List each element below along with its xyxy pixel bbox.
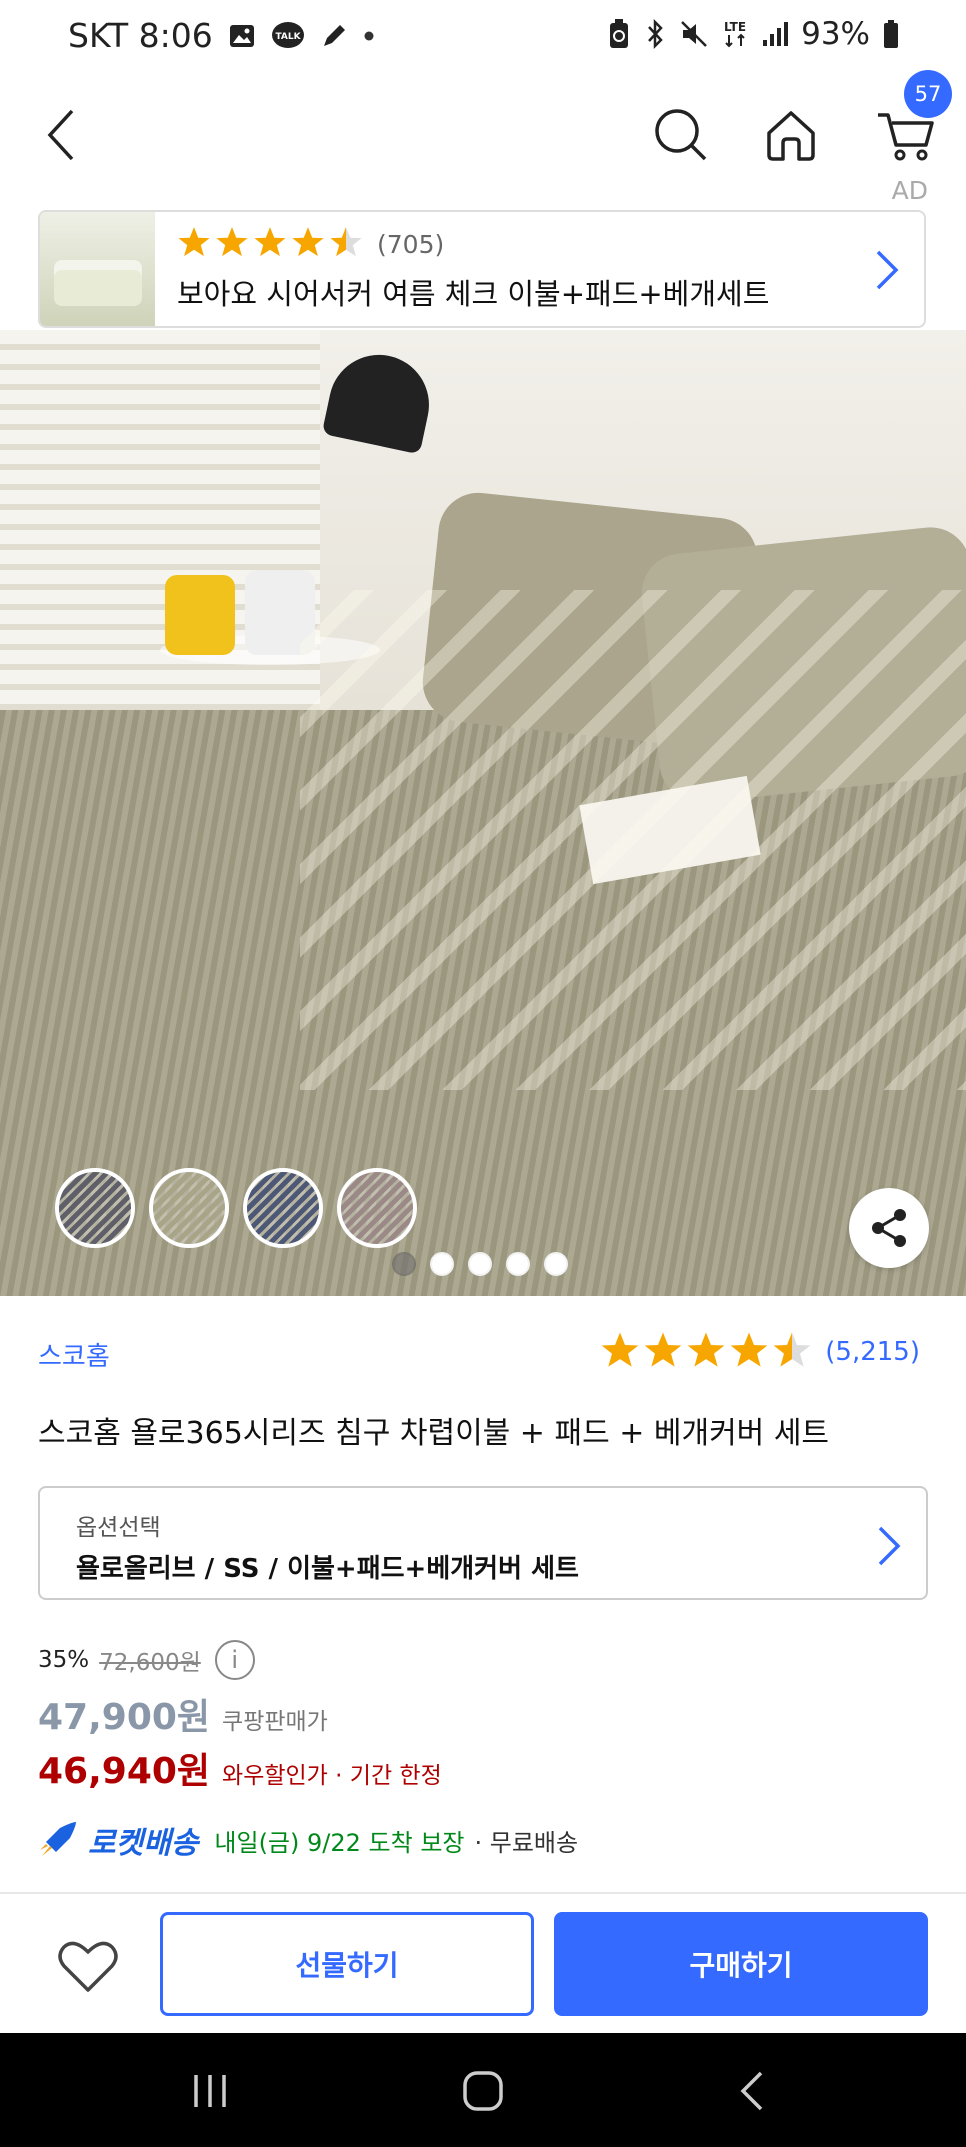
- star-icon: [600, 1330, 640, 1374]
- recent-apps-button[interactable]: [170, 2061, 250, 2121]
- ad-star-rating: (705): [177, 225, 924, 263]
- home-icon: [767, 111, 815, 161]
- ad-rating-count: (705): [377, 229, 445, 259]
- info-icon[interactable]: i: [214, 1640, 255, 1680]
- page-dot[interactable]: [392, 1252, 416, 1276]
- wow-price: 46,940원: [38, 1751, 211, 1792]
- bluetooth-icon: [643, 18, 667, 50]
- battery-icon: [882, 19, 900, 49]
- mute-icon: [679, 19, 709, 49]
- kakaotalk-icon: TALK: [271, 21, 305, 51]
- brand-link[interactable]: 스코홈: [38, 1336, 110, 1373]
- ad-product-thumbnail: [40, 212, 155, 326]
- page-dot[interactable]: [468, 1252, 492, 1276]
- svg-text:TALK: TALK: [275, 32, 301, 42]
- signal-icon: [761, 20, 789, 48]
- lte-icon: LTE: [721, 18, 749, 50]
- buy-button[interactable]: 구매하기: [554, 1912, 928, 2016]
- star-icon: [291, 225, 325, 263]
- color-swatch[interactable]: [149, 1168, 229, 1248]
- option-selected-value: 욜로올리브 / SS / 이불+패드+베개커버 세트: [76, 1554, 579, 1584]
- wishlist-button[interactable]: [48, 1926, 128, 2006]
- top-nav: [0, 78, 966, 198]
- chevron-right-icon: [876, 250, 899, 290]
- back-system-button[interactable]: [712, 2061, 792, 2121]
- star-icon: [686, 1330, 726, 1374]
- star-icon: [253, 225, 287, 263]
- ad-product-title: 보아요 시어서커 여름 체크 이불+패드+베개세트: [177, 277, 770, 311]
- coupang-price: 47,900원: [38, 1697, 211, 1738]
- rocket-icon: [40, 1822, 76, 1856]
- color-swatch[interactable]: [243, 1168, 323, 1248]
- delivery-info: 로켓배송 내일(금) 9/22 도착 보장 · 무료배송: [38, 1818, 578, 1862]
- color-swatch[interactable]: [337, 1168, 417, 1248]
- carrier-time: SKT 8:06: [68, 16, 213, 55]
- share-icon: [872, 1209, 906, 1247]
- coupang-price-row: 47,900원 쿠팡판매가: [38, 1688, 328, 1740]
- page-dot[interactable]: [506, 1252, 530, 1276]
- battery-percent: 93%: [801, 16, 870, 52]
- star-icon: [215, 225, 249, 263]
- free-shipping: · 무료배송: [474, 1828, 579, 1857]
- product-star-rating[interactable]: (5,215): [600, 1330, 920, 1374]
- back-button[interactable]: [30, 90, 90, 180]
- page-dot[interactable]: [544, 1252, 568, 1276]
- option-label: 옵션선택: [76, 1515, 161, 1541]
- color-swatch[interactable]: [55, 1168, 135, 1248]
- gallery-icon: [227, 21, 257, 51]
- share-button[interactable]: [849, 1188, 929, 1268]
- home-system-icon: [463, 2071, 503, 2111]
- notification-dot-icon: [363, 30, 375, 42]
- divider: [0, 1892, 966, 1894]
- recent-apps-icon: [194, 2075, 226, 2107]
- battery-saver-icon: [607, 18, 631, 50]
- search-button[interactable]: [646, 90, 716, 180]
- wow-price-label: 와우할인가 · 기간 한정: [222, 1763, 442, 1789]
- svg-text:LTE: LTE: [724, 20, 746, 34]
- gift-button[interactable]: 선물하기: [160, 1912, 534, 2016]
- status-bar: SKT 8:06 TALK LTE 93%: [0, 0, 966, 78]
- star-icon: [729, 1330, 769, 1374]
- cart-count-badge: 57: [904, 70, 952, 118]
- coupang-price-label: 쿠팡판매가: [222, 1709, 328, 1735]
- system-nav-bar: [0, 2033, 966, 2147]
- star-icon: [643, 1330, 683, 1374]
- half-star-icon: [772, 1330, 812, 1374]
- option-selector[interactable]: 옵션선택 욜로올리브 / SS / 이불+패드+베개커버 세트: [38, 1486, 928, 1600]
- color-swatches: [55, 1168, 417, 1248]
- home-button[interactable]: [756, 90, 826, 180]
- page-dot[interactable]: [430, 1252, 454, 1276]
- heart-icon: [58, 1941, 118, 1992]
- product-image-gallery[interactable]: [0, 330, 966, 1296]
- back-arrow-icon: [47, 109, 74, 161]
- rocket-delivery-label: 로켓배송: [88, 1826, 199, 1861]
- discount-row: 35% 72,600원 i: [38, 1640, 255, 1680]
- home-system-button[interactable]: [443, 2061, 523, 2121]
- chevron-right-icon: [878, 1526, 901, 1566]
- half-star-icon: [329, 225, 363, 263]
- gallery-pagination: [392, 1252, 568, 1276]
- delivery-date: 내일(금) 9/22 도착 보장: [214, 1828, 465, 1857]
- back-system-icon: [740, 2071, 763, 2111]
- ad-label: AD: [891, 176, 928, 205]
- review-count[interactable]: (5,215): [825, 1337, 920, 1367]
- sponsored-product-card[interactable]: (705) 보아요 시어서커 여름 체크 이불+패드+베개세트: [38, 210, 926, 328]
- product-title: 스코홈 욜로365시리즈 침구 차렵이불 + 패드 + 베개커버 세트: [38, 1416, 830, 1451]
- wow-price-row: 46,940원 와우할인가 · 기간 한정: [38, 1742, 442, 1794]
- search-icon: [655, 109, 707, 161]
- edit-icon: [319, 21, 349, 51]
- discount-rate: 35%: [38, 1647, 90, 1673]
- original-price: 72,600원: [99, 1650, 201, 1676]
- star-icon: [177, 225, 211, 263]
